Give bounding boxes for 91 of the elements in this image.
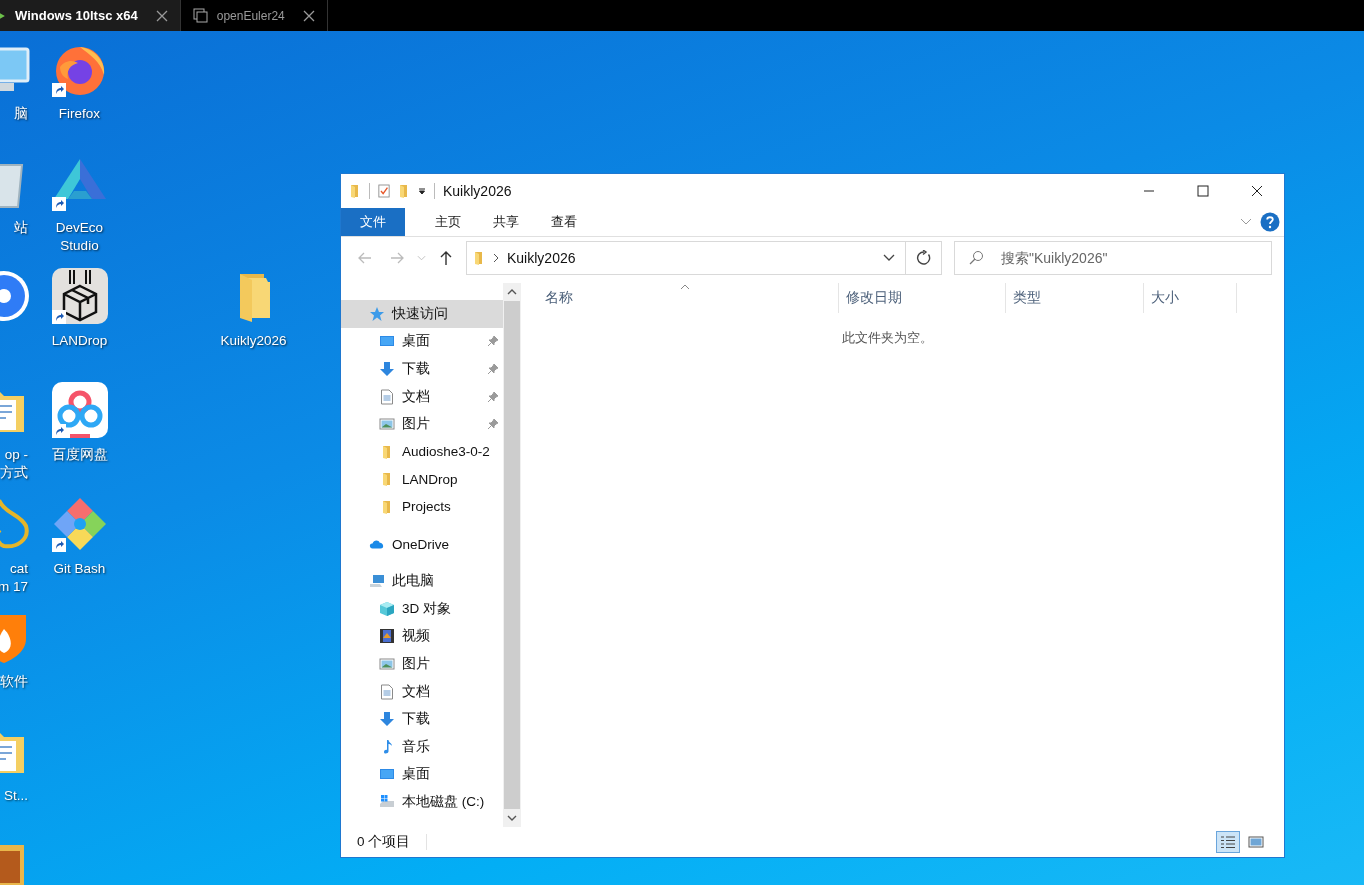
column-label: 修改日期 [846,289,902,307]
help-icon[interactable] [1260,212,1280,232]
chevron-down-icon[interactable] [883,254,895,262]
nav-item[interactable]: 下载 [341,355,503,383]
pin-icon [487,335,499,348]
computer-icon [369,573,385,590]
column-header[interactable]: 修改日期 [839,283,1006,313]
pin-icon [487,390,499,403]
nav-item[interactable]: 3D 对象 [341,594,503,623]
ribbon-tab[interactable]: 文件 [341,208,405,236]
scrollbar[interactable] [503,283,521,827]
nav-item[interactable]: 图片 [341,410,503,438]
nav-item[interactable]: 视频 [341,622,503,651]
nav-item[interactable]: 文档 [341,382,503,411]
drive-icon [379,793,395,810]
nav-item[interactable]: 文档 [341,677,503,706]
nav-item[interactable]: 下载 [341,705,503,733]
folder-icon [473,250,485,266]
picture-icon [379,416,395,433]
icon-label: Studio [60,236,99,255]
search-icon [968,250,984,266]
film-icon [379,628,395,645]
folder-icon [349,183,361,199]
down-arrow-icon [379,711,395,728]
details-view-button[interactable] [1216,831,1240,853]
cube-icon [379,600,395,617]
column-label: 名称 [545,289,573,307]
nav-item[interactable]: 本地磁盘 (C:) [341,788,503,816]
cloud-logo-icon [51,382,108,439]
nav-item[interactable]: 图片 [341,650,503,678]
column-header[interactable]: 类型 [1006,283,1144,313]
column-label: 大小 [1151,289,1179,307]
box-icon [51,268,108,325]
nav-item[interactable]: 快速访问 [341,300,503,328]
column-header[interactable]: 大小 [1144,283,1237,313]
nav-item[interactable]: LANDrop [341,465,503,494]
address-path[interactable]: Kuikly2026 [507,250,576,266]
icon-label: cat [10,559,28,578]
icon-label: DevEco [55,218,104,237]
pin-icon [487,363,499,375]
column-header[interactable]: 名称 [531,283,839,313]
ribbon-tab[interactable]: 主页 [419,208,477,236]
close-icon[interactable] [302,9,315,22]
icon-label: St... [4,787,28,806]
maximize-icon [1197,185,1209,197]
icon-label: 软件 [0,673,28,692]
windows-icon [192,7,209,24]
refresh-icon [915,250,932,266]
close-icon [1251,185,1263,197]
down-arrow-icon [379,361,395,377]
nav-item[interactable]: Projects [341,493,503,521]
scroll-down-icon[interactable] [507,815,517,821]
address-bar[interactable]: Kuikly2026 [466,241,906,275]
empty-folder-message: 此文件夹为空。 [842,329,933,347]
icon-label: Firefox [58,105,101,123]
ribbon-tab[interactable]: 共享 [477,208,535,236]
list-icon [1220,835,1236,849]
icon-label: LANDrop [51,332,108,351]
nav-item[interactable]: Audioshe3-0-2 [341,437,503,466]
desktop-shortcut[interactable] [51,268,108,325]
pin-icon [487,418,499,431]
image-icon [1248,835,1264,849]
star-icon [369,305,385,322]
close-icon[interactable] [155,9,168,22]
document-icon [379,683,395,700]
nav-item[interactable]: 音乐 [341,732,503,761]
nav-item[interactable]: 此电脑 [341,567,503,595]
window-title: Kuikly2026 [443,183,512,199]
item-count: 0 个项目 [357,833,411,851]
icon-label: 方式 [0,464,28,483]
ribbon-tab[interactable]: 查看 [535,208,593,236]
icon-label: Kuikly2026 [220,332,287,351]
scroll-up-icon[interactable] [507,289,517,295]
chevron-right-icon[interactable] [493,253,499,263]
nav-item[interactable]: OneDrive [341,530,503,558]
picture-icon [379,655,395,672]
icon-label: 百度网盘 [51,446,108,465]
nav-item[interactable]: 桌面 [341,327,503,356]
column-label: 类型 [1013,289,1041,307]
refresh-button[interactable] [906,241,942,275]
icon-label: 脑 [14,105,28,123]
icon-label: op - [4,446,28,465]
icon-label: Git Bash [53,559,106,578]
vm-tab[interactable]: Windows 10ltsc x64 [0,0,181,31]
nav-item[interactable]: 桌面 [341,760,503,789]
icon-label: 站 [14,218,28,237]
checklist-icon[interactable] [378,183,390,199]
dropdown-icon[interactable] [418,187,426,195]
up-arrow-icon[interactable] [438,250,454,266]
search-field[interactable]: 搜索"Kuikly2026" [954,241,1272,275]
document-icon [379,388,395,405]
